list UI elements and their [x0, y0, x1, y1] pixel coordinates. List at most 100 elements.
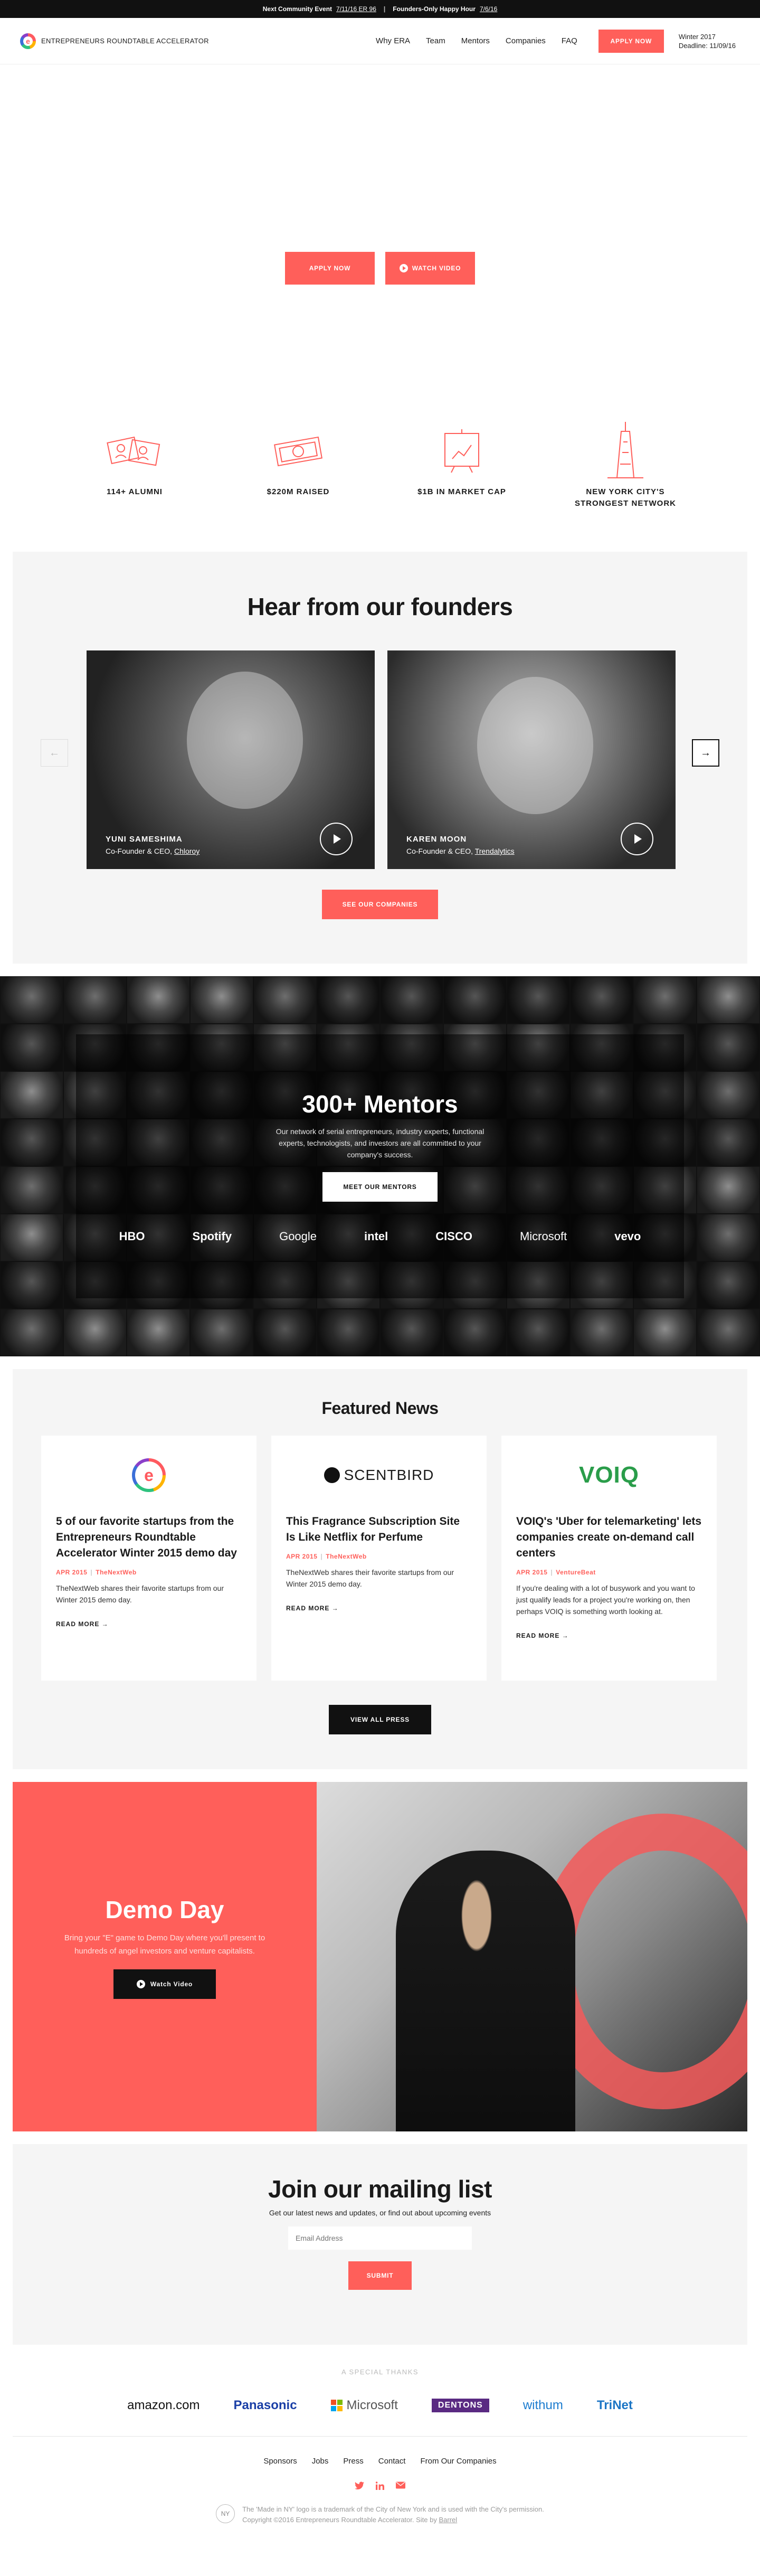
see-companies-button[interactable]: See our companies	[322, 890, 438, 919]
logo[interactable]: e Entrepreneurs Roundtable Accelerator	[20, 33, 209, 49]
partner-logo-microsoft: Microsoft	[519, 1230, 567, 1243]
site-by-link[interactable]: Barrel	[439, 2516, 457, 2524]
event-date-link-2[interactable]: 7/6/16	[480, 5, 497, 13]
mailing-title: Join our mailing list	[268, 2175, 492, 2203]
mentor-photo-tile	[697, 1261, 760, 1309]
mentor-photo-tile	[0, 1261, 63, 1309]
event-date-link[interactable]: 7/11/16 ER 96	[336, 5, 376, 13]
email-field[interactable]	[288, 2226, 472, 2250]
nav-companies[interactable]: Companies	[506, 36, 546, 45]
sponsors-title: A special thanks	[341, 2368, 419, 2376]
cohort-info: Winter 2017 Deadline: 11/09/16	[679, 32, 736, 50]
play-video-icon[interactable]	[621, 823, 653, 855]
footer-divider	[13, 2436, 747, 2437]
nav-mentors[interactable]: Mentors	[461, 36, 490, 45]
footer-link-jobs[interactable]: Jobs	[312, 2457, 329, 2466]
stat-market-cap: $1B in Market Cap	[380, 421, 544, 526]
mentors-section: 300+ Mentors Our network of serial entre…	[0, 976, 760, 1356]
nav-faq[interactable]: FAQ	[562, 36, 577, 45]
news-headline[interactable]: VOIQ's 'Uber for telemarketing' lets com…	[516, 1514, 702, 1561]
news-headline[interactable]: This Fragrance Subscription Site Is Like…	[286, 1514, 472, 1545]
sponsor-logo-amazon: amazon.com	[127, 2398, 200, 2412]
founder-role: Co-Founder & CEO, Trendalytics	[406, 847, 515, 855]
news-card[interactable]: SCENTBIRD This Fragrance Subscription Si…	[271, 1436, 487, 1681]
microsoft-windows-icon	[330, 2400, 343, 2411]
stat-raised-label: $220M Raised	[267, 487, 330, 496]
demo-watch-video-button[interactable]: Watch Video	[113, 1969, 216, 1999]
sponsor-logo-microsoft: Microsoft	[330, 2398, 398, 2413]
partner-logo-hbo: HBO	[119, 1230, 145, 1243]
news-summary: If you're dealing with a lot of busywork…	[516, 1584, 695, 1616]
footer-nav: Sponsors Jobs Press Contact From Our Com…	[0, 2457, 760, 2466]
partner-logos: HBO Spotify Google intel CISCO Microsoft…	[0, 1230, 760, 1243]
read-more-link[interactable]: Read more →	[56, 1620, 242, 1628]
era-e-logo: e	[56, 1451, 242, 1499]
mentor-photo-tile	[697, 1309, 760, 1356]
stats-row: 114+ Alumni $220M Raised $1	[0, 421, 760, 526]
news-summary: TheNextWeb shares their favorite startup…	[56, 1584, 224, 1604]
footer-link-from-our-companies[interactable]: From Our Companies	[420, 2457, 496, 2466]
stat-market-cap-label: $1B in Market Cap	[417, 487, 506, 496]
submit-button[interactable]: Submit	[348, 2261, 412, 2290]
stat-alumni: 114+ Alumni	[53, 421, 216, 526]
view-all-press-button[interactable]: View all press	[329, 1705, 431, 1734]
play-icon	[136, 1980, 145, 1988]
main-nav: Why ERA Team Mentors Companies FAQ Apply…	[376, 29, 664, 53]
footer-link-press[interactable]: Press	[343, 2457, 363, 2466]
read-more-link[interactable]: Read more →	[286, 1605, 472, 1612]
news-meta: APR 2015 | TheNextWeb	[286, 1553, 367, 1560]
cohort-deadline: Deadline: 11/09/16	[678, 41, 736, 50]
founder-info: Yuni Sameshima Co-Founder & CEO, Chloroy	[106, 835, 200, 855]
mailing-list-section: Join our mailing list Get our latest new…	[13, 2144, 747, 2345]
sponsor-logo-withum: withum	[522, 2398, 563, 2412]
founders-title: Hear from our founders	[247, 593, 513, 620]
founder-card[interactable]: Yuni Sameshima Co-Founder & CEO, Chloroy	[87, 650, 375, 869]
footer-link-sponsors[interactable]: Sponsors	[263, 2457, 297, 2466]
founder-card[interactable]: Karen Moon Co-Founder & CEO, Trendalytic…	[387, 650, 676, 869]
hero-watch-video-button[interactable]: Watch Video	[385, 252, 475, 285]
carousel-prev-button[interactable]: ←	[41, 739, 68, 767]
hero-section: Apply Now Watch Video	[0, 64, 760, 421]
mentors-title: 300+ Mentors	[302, 1090, 458, 1118]
alumni-cards-icon	[107, 436, 160, 466]
news-card[interactable]: e 5 of our favorite startups from the En…	[41, 1436, 256, 1681]
play-video-icon[interactable]	[320, 823, 353, 855]
email-icon[interactable]	[396, 2481, 405, 2493]
mentor-photo-tile	[443, 1309, 507, 1356]
twitter-icon[interactable]	[355, 2481, 364, 2493]
nav-team[interactable]: Team	[426, 36, 445, 45]
linkedin-icon[interactable]	[375, 2481, 384, 2493]
partner-logo-vevo: vevo	[614, 1230, 641, 1243]
announcement-bar: Next Community Event 7/11/16 ER 96 | Fou…	[0, 0, 760, 18]
chart-board-icon	[444, 429, 479, 473]
apply-now-button[interactable]: Apply Now	[598, 29, 664, 53]
footer-link-contact[interactable]: Contact	[378, 2457, 406, 2466]
carousel-next-button[interactable]: →	[692, 739, 719, 767]
hero-apply-button[interactable]: Apply Now	[285, 252, 375, 285]
news-card[interactable]: VOIQ VOIQ's 'Uber for telemarketing' let…	[501, 1436, 717, 1681]
founder-info: Karen Moon Co-Founder & CEO, Trendalytic…	[406, 835, 515, 855]
mentor-photo-tile	[633, 1309, 697, 1356]
news-headline[interactable]: 5 of our favorite startups from the Entr…	[56, 1514, 242, 1561]
founder-company-link[interactable]: Chloroy	[174, 847, 200, 855]
hero-watch-label: Watch Video	[412, 265, 461, 272]
partner-logo-spotify: Spotify	[192, 1230, 232, 1243]
separator: |	[383, 5, 386, 13]
event-label: Next Community Event	[262, 5, 332, 13]
made-in-ny-badge: NY	[216, 2504, 235, 2523]
sponsor-logo-dentons: DENTONS	[431, 2399, 489, 2412]
legal-text: The 'Made in NY' logo is a trademark of …	[242, 2504, 544, 2525]
mentor-photo-tile	[507, 1309, 570, 1356]
founder-company-link[interactable]: Trendalytics	[475, 847, 515, 855]
page: Next Community Event 7/11/16 ER 96 | Fou…	[0, 0, 760, 2547]
mentor-photo-tile	[0, 1309, 63, 1356]
news-title: Featured News	[321, 1399, 439, 1418]
news-meta: APR 2015 | VentureBeat	[516, 1569, 596, 1576]
legal-info: NY The 'Made in NY' logo is a trademark …	[0, 2504, 760, 2525]
news-summary: TheNextWeb shares their favorite startup…	[286, 1568, 454, 1588]
footer-spacer	[0, 2525, 760, 2547]
meet-mentors-button[interactable]: Meet our mentors	[322, 1172, 438, 1202]
nav-why-era[interactable]: Why ERA	[376, 36, 410, 45]
founders-carousel: Yuni Sameshima Co-Founder & CEO, Chloroy…	[87, 650, 676, 869]
read-more-link[interactable]: Read more →	[516, 1632, 702, 1639]
